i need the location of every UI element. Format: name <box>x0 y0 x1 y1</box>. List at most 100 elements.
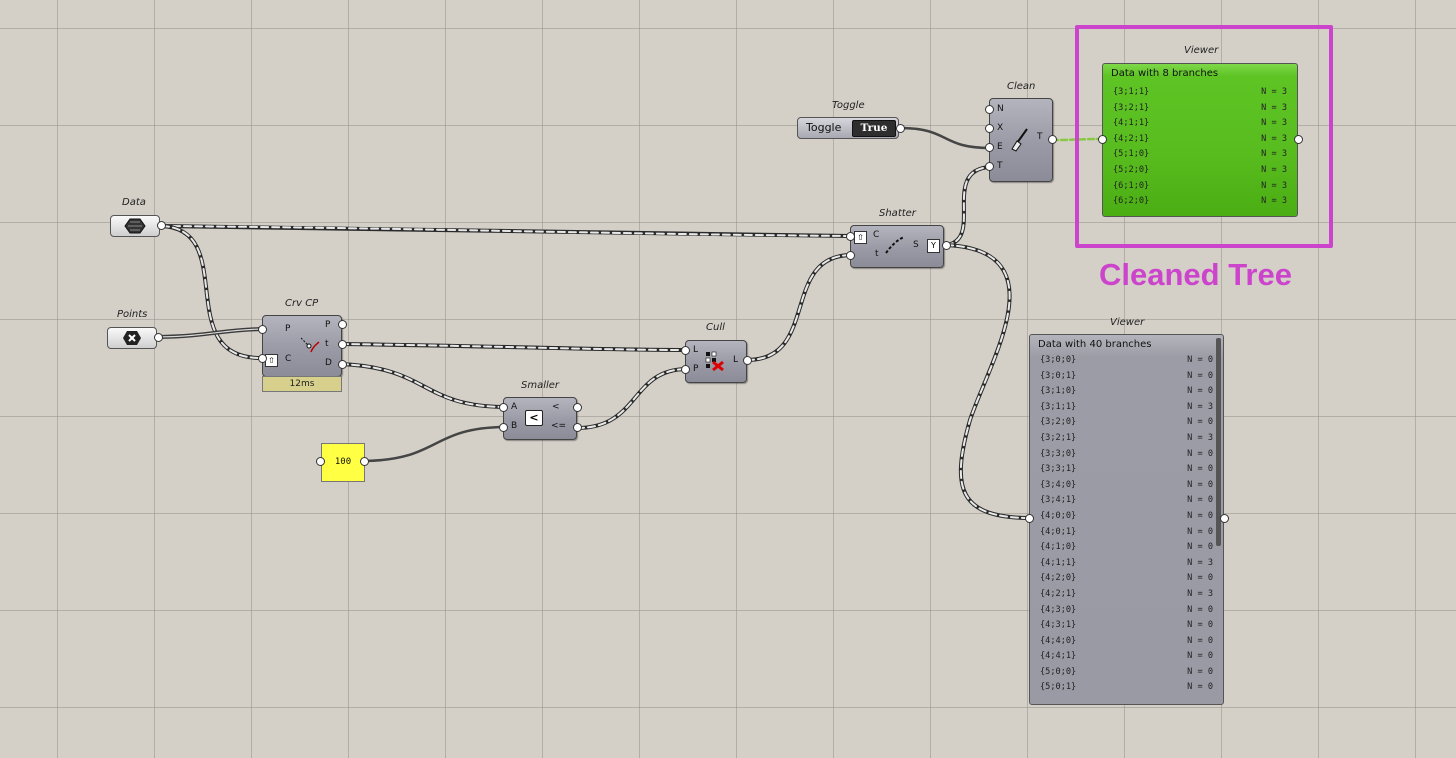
number-panel[interactable]: 100 <box>321 443 365 482</box>
branch-path: {4;3;1} <box>1040 620 1077 631</box>
branch-count: N = 0 <box>1187 464 1213 475</box>
clean-pin-in-x[interactable] <box>985 124 994 133</box>
viewer-top-pin-in[interactable] <box>1098 135 1107 144</box>
branch-path: {4;1;1} <box>1040 557 1077 568</box>
toggle-param[interactable]: Toggle True <box>797 117 899 139</box>
viewer-row: {3;4;1} N = 0 <box>1030 493 1223 509</box>
data-output-pin[interactable] <box>157 221 166 230</box>
viewer-row: {4;1;1} N = 3 <box>1030 556 1223 572</box>
viewer-row: {3;1;0} N = 0 <box>1030 384 1223 400</box>
cull-pin-in-l[interactable] <box>681 346 690 355</box>
branch-count: N = 0 <box>1187 682 1213 693</box>
clean-pin-in-e[interactable] <box>985 143 994 152</box>
crvcp-input-c-label: C <box>285 354 292 364</box>
crvcp-output-d-label: D <box>325 358 332 368</box>
cull-pin-in-p[interactable] <box>681 365 690 374</box>
number-input-pin[interactable] <box>316 457 325 466</box>
clean-pin-out-t[interactable] <box>1048 135 1057 144</box>
viewer-bottom-caption: Viewer <box>1110 317 1145 328</box>
crvcp-pin-out-t[interactable] <box>338 340 347 349</box>
branch-count: N = 0 <box>1187 573 1213 584</box>
viewer-row: {4;2;1} N = 3 <box>1030 587 1223 603</box>
toggle-output-pin[interactable] <box>896 124 905 133</box>
viewer-row: {4;3;0} N = 0 <box>1030 603 1223 619</box>
cull-component[interactable]: L P L <box>685 340 747 383</box>
clean-input-e-label: E <box>997 142 1003 152</box>
viewer-row: {3;1;1} N = 3 <box>1103 85 1297 101</box>
clean-pin-in-t[interactable] <box>985 162 994 171</box>
cleaned-tree-label: Cleaned Tree <box>1099 257 1292 292</box>
viewer-row: {3;2;1} N = 3 <box>1103 101 1297 117</box>
viewer-bottom-pin-out[interactable] <box>1220 514 1229 523</box>
wire-smaller-to-cull <box>575 367 688 430</box>
viewer-top-pin-out[interactable] <box>1294 135 1303 144</box>
number-output-pin[interactable] <box>360 457 369 466</box>
clean-caption: Clean <box>1007 81 1036 92</box>
viewer-bottom-title: Data with 40 branches <box>1038 339 1152 350</box>
viewer-row: {6;1;0} N = 3 <box>1103 179 1297 195</box>
data-caption: Data <box>122 197 146 208</box>
crvcp-pin-in-p[interactable] <box>258 325 267 334</box>
branch-path: {4;1;0} <box>1040 542 1077 553</box>
toggle-caption: Toggle <box>832 100 865 111</box>
branch-path: {5;2;0} <box>1113 164 1150 175</box>
cull-caption: Cull <box>706 322 725 333</box>
crvcp-pin-out-p[interactable] <box>338 320 347 329</box>
crvcp-pin-out-d[interactable] <box>338 360 347 369</box>
smaller-output-le-label: <= <box>551 421 567 431</box>
branch-count: N = 0 <box>1187 510 1213 521</box>
viewer-top[interactable]: Data with 8 branches {3;1;1} N = 3 {3;2;1}… <box>1102 63 1298 217</box>
branch-path: {6;2;0} <box>1113 196 1150 207</box>
crvcp-output-t-label: t <box>325 339 329 349</box>
toggle-value-button[interactable]: True <box>852 120 896 137</box>
shatter-input-t-label: t <box>875 249 879 259</box>
branch-path: {6;1;0} <box>1113 180 1150 191</box>
viewer-row: {3;3;1} N = 0 <box>1030 462 1223 478</box>
smaller-pin-out-le[interactable] <box>573 423 582 432</box>
branch-path: {5;0;0} <box>1040 666 1077 677</box>
broom-icon <box>1011 128 1028 152</box>
shatter-pin-in-t[interactable] <box>846 251 855 260</box>
cull-output-l-label: L <box>733 355 739 365</box>
crvcp-component[interactable]: P ⇧ C P t D <box>262 315 342 377</box>
shatter-pin-in-c[interactable] <box>846 232 855 241</box>
branch-count: N = 3 <box>1261 196 1287 207</box>
clean-component[interactable]: N X E T T <box>989 98 1053 182</box>
branch-count: N = 0 <box>1187 448 1213 459</box>
branch-path: {4;2;1} <box>1040 588 1077 599</box>
shatter-component[interactable]: ⇧ C t S Y <box>850 225 944 268</box>
branch-path: {3;4;1} <box>1040 495 1077 506</box>
smaller-component[interactable]: A B < < <= <box>503 397 577 440</box>
smaller-pin-out-lt[interactable] <box>573 403 582 412</box>
hexagon-icon <box>124 218 146 234</box>
crvcp-caption: Crv CP <box>285 298 319 309</box>
shatter-pin-out-s[interactable] <box>942 241 951 250</box>
branch-count: N = 3 <box>1187 401 1213 412</box>
branch-count: N = 0 <box>1187 620 1213 631</box>
crvcp-pin-in-c[interactable] <box>258 354 267 363</box>
points-param[interactable] <box>107 327 157 349</box>
branch-count: N = 3 <box>1187 588 1213 599</box>
cull-input-l-label: L <box>693 345 699 355</box>
smaller-pin-in-a[interactable] <box>499 403 508 412</box>
cull-pin-out-l[interactable] <box>743 356 752 365</box>
cull-input-p-label: P <box>693 364 699 374</box>
viewer-bottom[interactable]: Data with 40 branches {3;0;0} N = 0 {3;0;1… <box>1029 334 1224 705</box>
clean-pin-in-n[interactable] <box>985 105 994 114</box>
points-output-pin[interactable] <box>154 333 163 342</box>
branch-count: N = 3 <box>1187 432 1213 443</box>
viewer-bottom-pin-in[interactable] <box>1025 514 1034 523</box>
toggle-label: Toggle <box>806 121 842 134</box>
branch-path: {4;1;1} <box>1113 118 1150 129</box>
branch-path: {4;2;1} <box>1113 133 1150 144</box>
branch-count: N = 3 <box>1187 557 1213 568</box>
viewer-row: {3;0;1} N = 0 <box>1030 369 1223 385</box>
shatter-output-s-label: S <box>913 240 919 250</box>
wire-shatter-to-clean <box>944 165 992 247</box>
branch-path: {4;0;0} <box>1040 510 1077 521</box>
smaller-pin-in-b[interactable] <box>499 423 508 432</box>
branch-count: N = 0 <box>1187 370 1213 381</box>
branch-path: {4;3;0} <box>1040 604 1077 615</box>
data-param[interactable] <box>110 215 160 237</box>
points-caption: Points <box>117 309 148 320</box>
